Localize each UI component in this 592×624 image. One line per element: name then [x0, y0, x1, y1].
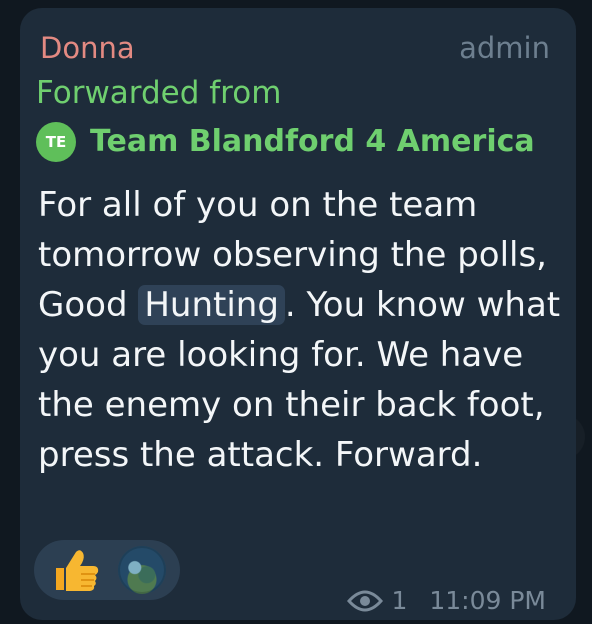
forwarded-label: Forwarded from [36, 75, 282, 111]
message-time: 11:09 PM [429, 586, 546, 615]
message-bubble[interactable]: Donna admin Forwarded from TE Team Bland… [20, 8, 576, 620]
eye-icon [347, 590, 384, 611]
message-meta: 1 11:09 PM [347, 588, 546, 613]
message-text: For all of you on the team tomorrow obse… [38, 180, 566, 480]
channel-avatar[interactable]: TE [36, 122, 76, 162]
channel-name[interactable]: Team Blandford 4 America [90, 127, 535, 157]
forward-source[interactable]: TE Team Blandford 4 America [36, 120, 535, 164]
reaction-chip[interactable] [34, 540, 180, 600]
reactor-avatar [118, 546, 166, 594]
highlighted-word: Hunting [138, 285, 285, 325]
sender-name[interactable]: Donna [40, 34, 135, 63]
thumbs-up-icon [56, 550, 99, 591]
admin-badge: admin [459, 31, 550, 65]
view-count: 1 [391, 586, 408, 615]
